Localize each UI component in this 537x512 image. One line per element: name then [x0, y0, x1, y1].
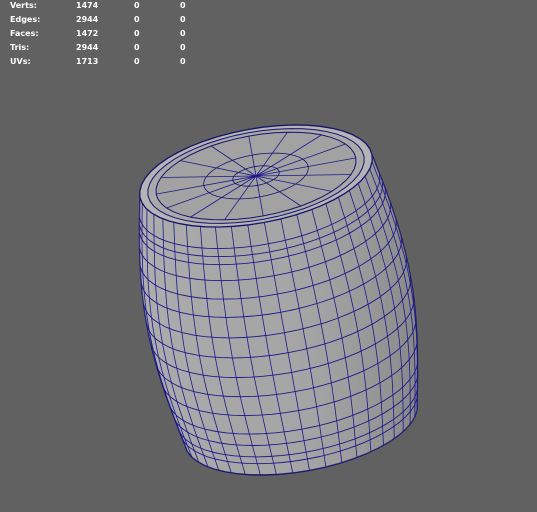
- hud-label: UVs:: [10, 57, 31, 66]
- hud-value: 0: [134, 29, 140, 38]
- hud-value: 0: [134, 1, 140, 10]
- hud-row-faces: Faces: 1472 0 0: [10, 29, 200, 43]
- hud-value: 1713: [76, 57, 99, 66]
- hud-value: 0: [180, 15, 186, 24]
- hud-value: 0: [180, 29, 186, 38]
- 3d-viewport[interactable]: Verts: 1474 0 0 Edges: 2944 0 0 Faces: 1…: [0, 0, 537, 512]
- hud-value: 1474: [76, 1, 99, 10]
- hud-row-uvs: UVs: 1713 0 0: [10, 57, 200, 71]
- barrel-mesh[interactable]: [0, 0, 537, 512]
- hud-value: 0: [180, 43, 186, 52]
- hud-row-edges: Edges: 2944 0 0: [10, 15, 200, 29]
- hud-value: 1472: [76, 29, 99, 38]
- hud-label: Faces:: [10, 29, 39, 38]
- hud-value: 0: [180, 1, 186, 10]
- hud-label: Verts:: [10, 1, 37, 10]
- hud-value: 0: [134, 43, 140, 52]
- hud-label: Tris:: [10, 43, 30, 52]
- hud-value: 2944: [76, 43, 99, 52]
- hud-row-verts: Verts: 1474 0 0: [10, 1, 200, 15]
- hud-value: 0: [134, 57, 140, 66]
- hud-value: 2944: [76, 15, 99, 24]
- hud-row-tris: Tris: 2944 0 0: [10, 43, 200, 57]
- hud-label: Edges:: [10, 15, 41, 24]
- poly-count-hud: Verts: 1474 0 0 Edges: 2944 0 0 Faces: 1…: [10, 1, 200, 71]
- hud-value: 0: [180, 57, 186, 66]
- hud-value: 0: [134, 15, 140, 24]
